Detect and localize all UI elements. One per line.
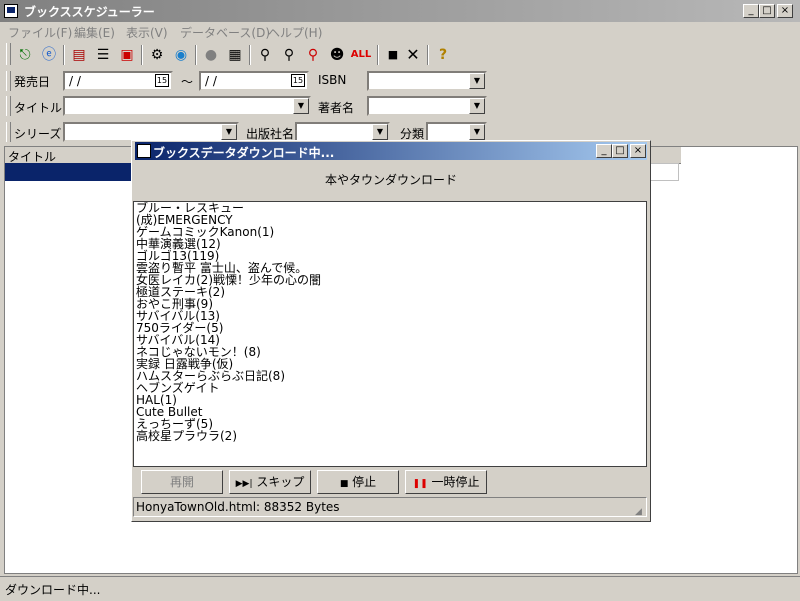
toolbar-separator [377, 45, 379, 65]
category-field[interactable]: ▼ [426, 122, 487, 142]
search-icon[interactable]: ⚲ [254, 44, 276, 66]
stop-label: 停止 [352, 475, 377, 489]
dialog-status-bar: HonyaTownOld.html: 88352 Bytes [133, 497, 647, 517]
skip-button[interactable]: ▶▶| スキップ [229, 470, 311, 494]
menu-view[interactable]: 表示(V) [126, 24, 168, 41]
dialog-title: ブックスデータダウンロード中... [153, 146, 335, 160]
exit-icon[interactable]: ⎋ [14, 44, 36, 66]
book-red-icon[interactable]: ▣ [116, 44, 138, 66]
globe-icon[interactable]: ◉ [170, 44, 192, 66]
list-item: HAL(1) [136, 393, 177, 407]
toolbar-separator [195, 45, 197, 65]
toolbar-separator [63, 45, 65, 65]
chevron-down-icon[interactable]: ▼ [372, 124, 388, 140]
menu-file[interactable]: ファイル(F) [8, 24, 72, 41]
date-from-value: / / [69, 74, 81, 88]
list-item: 高校星プラウラ(2) [136, 429, 237, 443]
dialog-app-icon [137, 144, 151, 158]
chevron-down-icon[interactable]: ▼ [469, 73, 485, 89]
resume-label: 再開 [169, 475, 194, 489]
list-item: ヘブンズゲイト [136, 381, 220, 395]
range-separator: ～ [181, 75, 194, 89]
resize-grip[interactable]: ◢ [635, 507, 647, 519]
stop-icon: ■ [339, 479, 349, 489]
dialog-maximize-button[interactable]: □ [612, 144, 628, 158]
close-button[interactable]: × [777, 4, 793, 18]
settings-icon[interactable]: ⚙ [146, 44, 168, 66]
date-to-value: / / [205, 74, 217, 88]
dialog-heading: 本やタウンダウンロード [324, 173, 457, 187]
stop-circle-icon[interactable]: ● [200, 44, 222, 66]
help-icon[interactable]: ? [432, 44, 454, 66]
dialog-close-button[interactable]: × [630, 144, 646, 158]
toolbar-separator [141, 45, 143, 65]
list-icon[interactable]: ☰ [92, 44, 114, 66]
filter-grip [6, 96, 11, 116]
author-field[interactable]: ▼ [367, 96, 487, 116]
dialog-titlebar: ブックスデータダウンロード中... _ □ × [135, 142, 647, 160]
release-date-label: 発売日 [14, 75, 51, 89]
all-icon[interactable]: ALL [348, 44, 374, 66]
chevron-down-icon[interactable]: ▼ [469, 98, 485, 114]
menu-help[interactable]: ヘルプ(H) [268, 24, 322, 41]
filter-grip [6, 71, 11, 91]
skip-icon: ▶▶| [235, 479, 253, 489]
author-label: 著者名 [318, 101, 355, 115]
publisher-field[interactable]: ▼ [295, 122, 390, 142]
minimize-button[interactable]: _ [743, 4, 759, 18]
window-title: ブックススケジューラー [24, 5, 155, 19]
chevron-down-icon[interactable]: ▼ [293, 98, 309, 114]
title-field[interactable]: ▼ [63, 96, 311, 116]
isbn-label: ISBN [318, 73, 347, 87]
square-icon[interactable]: ■ [382, 44, 404, 66]
pause-label: 一時停止 [431, 475, 480, 489]
main-titlebar: ブックススケジューラー _ □ × [0, 0, 800, 22]
search-plus-icon[interactable]: ⚲ [278, 44, 300, 66]
toolbar-separator [427, 45, 429, 65]
status-bar: ダウンロード中... [0, 576, 800, 601]
filter-grip [6, 122, 11, 142]
isbn-field[interactable]: ▼ [367, 71, 487, 91]
person-icon[interactable]: ☻ [326, 44, 348, 66]
menu-database[interactable]: データベース(D) [180, 24, 270, 41]
dialog-status-text: HonyaTownOld.html: 88352 Bytes [136, 500, 340, 514]
series-field[interactable]: ▼ [63, 122, 239, 142]
document-icon[interactable]: ▦ [224, 44, 246, 66]
menu-edit[interactable]: 編集(E) [74, 24, 115, 41]
search-red-icon[interactable]: ⚲ [302, 44, 324, 66]
date-to-field[interactable]: / / 15 [199, 71, 309, 91]
selected-row[interactable] [5, 163, 131, 181]
stop-button[interactable]: ■ 停止 [317, 470, 399, 494]
toolbar: ⎋ ⓔ ▤ ☰ ▣ ⚙ ◉ ● ▦ ⚲ ⚲ ⚲ ☻ ALL ■ ✕ ? [0, 41, 800, 68]
series-label: シリーズ [14, 127, 62, 141]
book-icon[interactable]: ▤ [68, 44, 90, 66]
calendar-icon[interactable]: 15 [155, 74, 169, 87]
date-from-field[interactable]: / / 15 [63, 71, 173, 91]
close-icon[interactable]: ✕ [402, 44, 424, 66]
resume-button[interactable]: 再開 [141, 470, 223, 494]
pause-icon: ❚❚ [412, 479, 428, 489]
skip-label: スキップ [256, 475, 305, 489]
pause-button[interactable]: ❚❚ 一時停止 [405, 470, 487, 494]
ie-icon[interactable]: ⓔ [38, 44, 60, 66]
chevron-down-icon[interactable]: ▼ [221, 124, 237, 140]
toolbar-grip [6, 43, 11, 65]
download-list[interactable]: ブルー・レスキュー (成)EMERGENCY ゲームコミックKanon(1) 中… [133, 201, 647, 467]
chevron-down-icon[interactable]: ▼ [469, 124, 485, 140]
status-text: ダウンロード中... [5, 583, 101, 597]
dialog-minimize-button[interactable]: _ [596, 144, 612, 158]
app-icon [4, 4, 18, 18]
maximize-button[interactable]: □ [759, 4, 775, 18]
title-label: タイトル [14, 101, 63, 115]
calendar-icon[interactable]: 15 [291, 74, 305, 87]
toolbar-separator [249, 45, 251, 65]
menu-bar: ファイル(F) 編集(E) 表示(V) データベース(D) ヘルプ(H) [0, 22, 800, 41]
table-cell [648, 163, 679, 181]
